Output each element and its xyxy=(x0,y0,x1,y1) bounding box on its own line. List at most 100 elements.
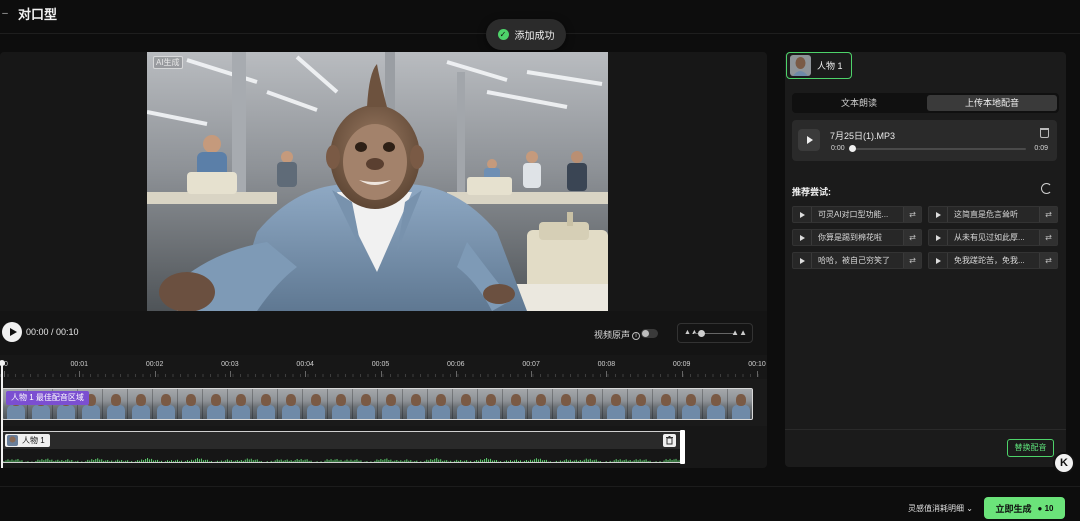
filmstrip-frame xyxy=(253,389,278,419)
audio-play-button[interactable] xyxy=(798,129,820,151)
footer-divider xyxy=(0,486,1080,487)
ruler-tick-label: 00:01 xyxy=(70,361,89,368)
ruler-tick xyxy=(79,371,81,377)
recommend-item[interactable]: 这简直是危言耸听 ⇄ xyxy=(928,206,1058,223)
brand-k-icon[interactable]: K xyxy=(1053,452,1075,474)
filmstrip-frame xyxy=(203,389,228,419)
audio-track[interactable]: 人物 1 xyxy=(2,431,685,463)
swap-icon[interactable]: ⇄ xyxy=(1039,207,1057,222)
filmstrip-frame xyxy=(603,389,628,419)
swap-icon[interactable]: ⇄ xyxy=(903,230,921,245)
recommend-text: 可灵AI对口型功能... xyxy=(818,210,889,219)
recommend-text: 哈哈，被自己穷笑了 xyxy=(818,256,890,265)
uploaded-audio-card: 7月25日(1).MP3 0:00 0:09 xyxy=(792,120,1057,161)
recommend-play-button[interactable] xyxy=(793,230,812,245)
recommend-item[interactable]: 免我蹉跎苦，免我... ⇄ xyxy=(928,252,1058,269)
ruler-tick-label: 00:05 xyxy=(371,361,390,368)
ruler-tick xyxy=(757,371,758,377)
ruler-tick-label: 00:09 xyxy=(672,361,691,368)
filmstrip-frame xyxy=(453,389,478,419)
character-avatar xyxy=(790,55,811,76)
character-label: 人物 1 xyxy=(817,61,843,71)
filmstrip-frame xyxy=(178,389,203,419)
ruler-tick xyxy=(4,371,5,377)
filmstrip-frame xyxy=(328,389,353,419)
filmstrip-frame xyxy=(278,389,303,419)
zoom-slider-handle[interactable] xyxy=(698,330,705,337)
ruler-tick xyxy=(681,371,683,377)
filmstrip-frame xyxy=(353,389,378,419)
playhead[interactable] xyxy=(1,362,3,468)
replace-audio-button[interactable]: 替换配音 xyxy=(1007,439,1054,457)
filmstrip-frame xyxy=(153,389,178,419)
tab-upload-audio[interactable]: 上传本地配音 xyxy=(927,95,1057,111)
character-thumbnail xyxy=(7,435,18,446)
recommend-play-button[interactable] xyxy=(929,253,948,268)
filmstrip-frame xyxy=(403,389,428,419)
audio-duration: 0:09 xyxy=(1034,145,1048,152)
audio-trim-handle[interactable] xyxy=(680,430,685,464)
arrow-left-icon[interactable]: – xyxy=(0,2,10,24)
time-display: 00:00 / 00:10 xyxy=(26,327,79,337)
ruler-tick-label: 00:08 xyxy=(597,361,616,368)
video-track-row: 人物 1 最佳配音区域 xyxy=(0,379,767,426)
recommend-item[interactable]: 可灵AI对口型功能... ⇄ xyxy=(792,206,922,223)
ai-generated-badge: AI生成 xyxy=(153,56,183,69)
delete-audio-icon[interactable] xyxy=(663,434,676,447)
swap-icon[interactable]: ⇄ xyxy=(1039,253,1057,268)
audio-progress-track[interactable] xyxy=(852,148,1026,150)
recommend-play-button[interactable] xyxy=(793,207,812,222)
tab-text-to-speech[interactable]: 文本朗读 xyxy=(794,95,924,111)
refresh-icon[interactable] xyxy=(1041,183,1052,194)
swap-icon[interactable]: ⇄ xyxy=(1039,230,1057,245)
audio-progress-handle[interactable] xyxy=(849,145,856,152)
filmstrip-frame xyxy=(103,389,128,419)
play-icon xyxy=(935,234,941,241)
play-icon xyxy=(935,211,941,218)
ruler-tick xyxy=(229,371,231,377)
original-audio-label: 视频原声 i xyxy=(594,328,641,341)
panel-divider xyxy=(785,429,1066,430)
info-icon[interactable]: i xyxy=(632,331,641,340)
voice-source-tabs: 文本朗读 上传本地配音 xyxy=(792,93,1059,113)
recommend-item[interactable]: 你算是踢到棉花啦 ⇄ xyxy=(792,229,922,246)
filmstrip-frame xyxy=(553,389,578,419)
success-toast: ✓ 添加成功 xyxy=(486,19,566,50)
recommend-text: 你算是踢到棉花啦 xyxy=(818,233,882,242)
audio-current-time: 0:00 xyxy=(831,145,845,152)
recommend-text: 从未有见过如此厚... xyxy=(954,233,1025,242)
original-audio-text: 视频原声 xyxy=(594,330,631,340)
filmstrip-frame xyxy=(228,389,253,419)
ruler-tick-label: 00:07 xyxy=(522,361,540,368)
cost-details-link[interactable]: 灵感值消耗明细 ⌄ xyxy=(908,503,973,514)
filmstrip-frame xyxy=(503,389,528,419)
recommend-play-button[interactable] xyxy=(793,253,812,268)
generate-button[interactable]: 立即生成 ● 10 xyxy=(984,497,1065,519)
play-button[interactable] xyxy=(2,322,22,342)
cost-details-label: 灵感值消耗明细 xyxy=(908,504,964,513)
recommend-play-button[interactable] xyxy=(929,207,948,222)
recommend-item[interactable]: 哈哈，被自己穷笑了 ⇄ xyxy=(792,252,922,269)
swap-icon[interactable]: ⇄ xyxy=(903,253,921,268)
trash-icon[interactable] xyxy=(1040,128,1049,138)
recommend-text: 免我蹉跎苦，免我... xyxy=(954,256,1025,265)
toast-text: 添加成功 xyxy=(514,31,555,42)
filmstrip-frame xyxy=(128,389,153,419)
filmstrip-frame xyxy=(528,389,553,419)
audio-character-chip: 人物 1 xyxy=(5,434,50,447)
ruler-tick-label: 00:10 xyxy=(748,361,766,368)
timeline-ruler[interactable]: 0000:0100:0200:0300:0400:0500:0600:0700:… xyxy=(0,355,767,379)
zoom-in-icon[interactable]: ▲▲ xyxy=(731,328,747,337)
character-chip[interactable]: 人物 1 xyxy=(786,52,852,79)
swap-icon[interactable]: ⇄ xyxy=(903,207,921,222)
generate-label: 立即生成 xyxy=(995,503,1032,514)
audio-track-row: 人物 1 xyxy=(0,426,767,468)
sync-region-label: 人物 1 最佳配音区域 xyxy=(6,391,89,405)
recommend-item[interactable]: 从未有见过如此厚... ⇄ xyxy=(928,229,1058,246)
recommend-play-button[interactable] xyxy=(929,230,948,245)
video-filmstrip[interactable]: 人物 1 最佳配音区域 xyxy=(2,388,753,420)
original-audio-toggle[interactable] xyxy=(641,329,658,338)
video-preview[interactable]: AI生成 xyxy=(147,52,608,311)
cost-value: ● 10 xyxy=(1037,503,1054,513)
ruler-tick xyxy=(380,371,382,377)
